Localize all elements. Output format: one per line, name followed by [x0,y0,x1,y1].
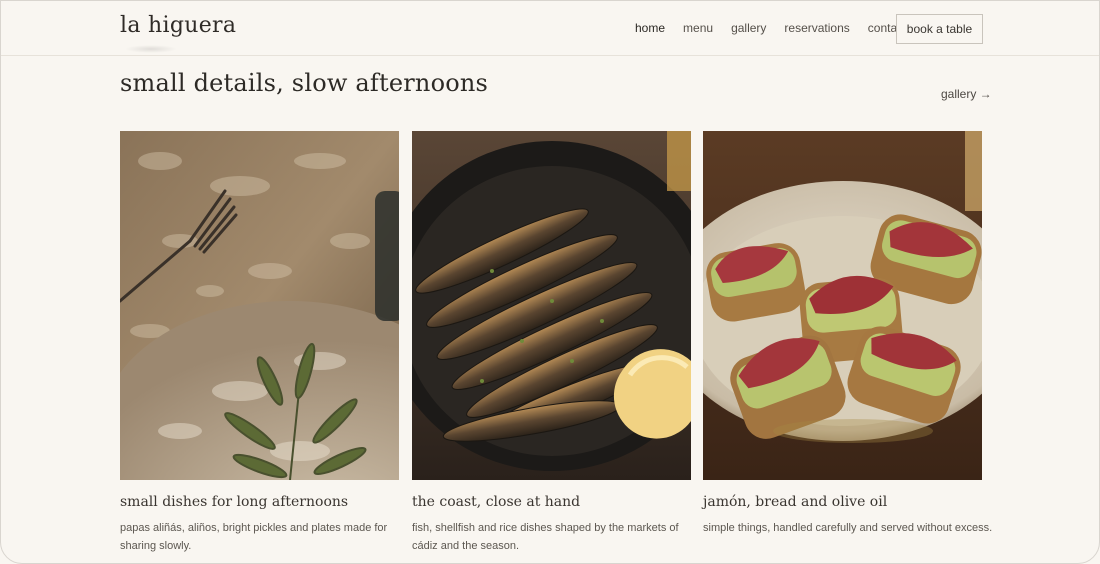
card-title: the coast, close at hand [412,494,581,510]
nav-reservations[interactable]: reservations [784,21,849,35]
card-title: jamón, bread and olive oil [703,494,888,510]
site-header: la higuera home menu gallery reservation… [1,1,1099,56]
gallery-card: small dishes for long afternoons papas a… [120,131,399,555]
nav-menu[interactable]: menu [683,21,713,35]
nav-gallery[interactable]: gallery [731,21,766,35]
card-description: papas aliñás, aliños, bright pickles and… [120,522,388,552]
logo-underline-decoration [125,45,177,53]
section-title: small details, slow afternoons [120,69,489,97]
olive-branch-photo[interactable] [120,131,399,480]
card-title: small dishes for long afternoons [120,494,349,510]
card-description: simple things, handled carefully and ser… [703,522,993,534]
jamon-toast-photo[interactable] [703,131,982,480]
main-nav: home menu gallery reservations contact [635,21,925,35]
card-description: fish, shellfish and rice dishes shaped b… [412,522,679,552]
book-table-button[interactable]: book a table [896,14,983,44]
logo[interactable]: la higuera [120,13,236,38]
nav-home[interactable]: home [635,21,665,35]
gallery-card: the coast, close at hand fish, shellfish… [412,131,691,555]
page-frame: la higuera home menu gallery reservation… [0,0,1100,564]
grilled-sardines-photo[interactable] [412,131,691,480]
gallery-card: jamón, bread and olive oil simple things… [703,131,992,537]
gallery-link[interactable]: gallery → [941,87,992,101]
